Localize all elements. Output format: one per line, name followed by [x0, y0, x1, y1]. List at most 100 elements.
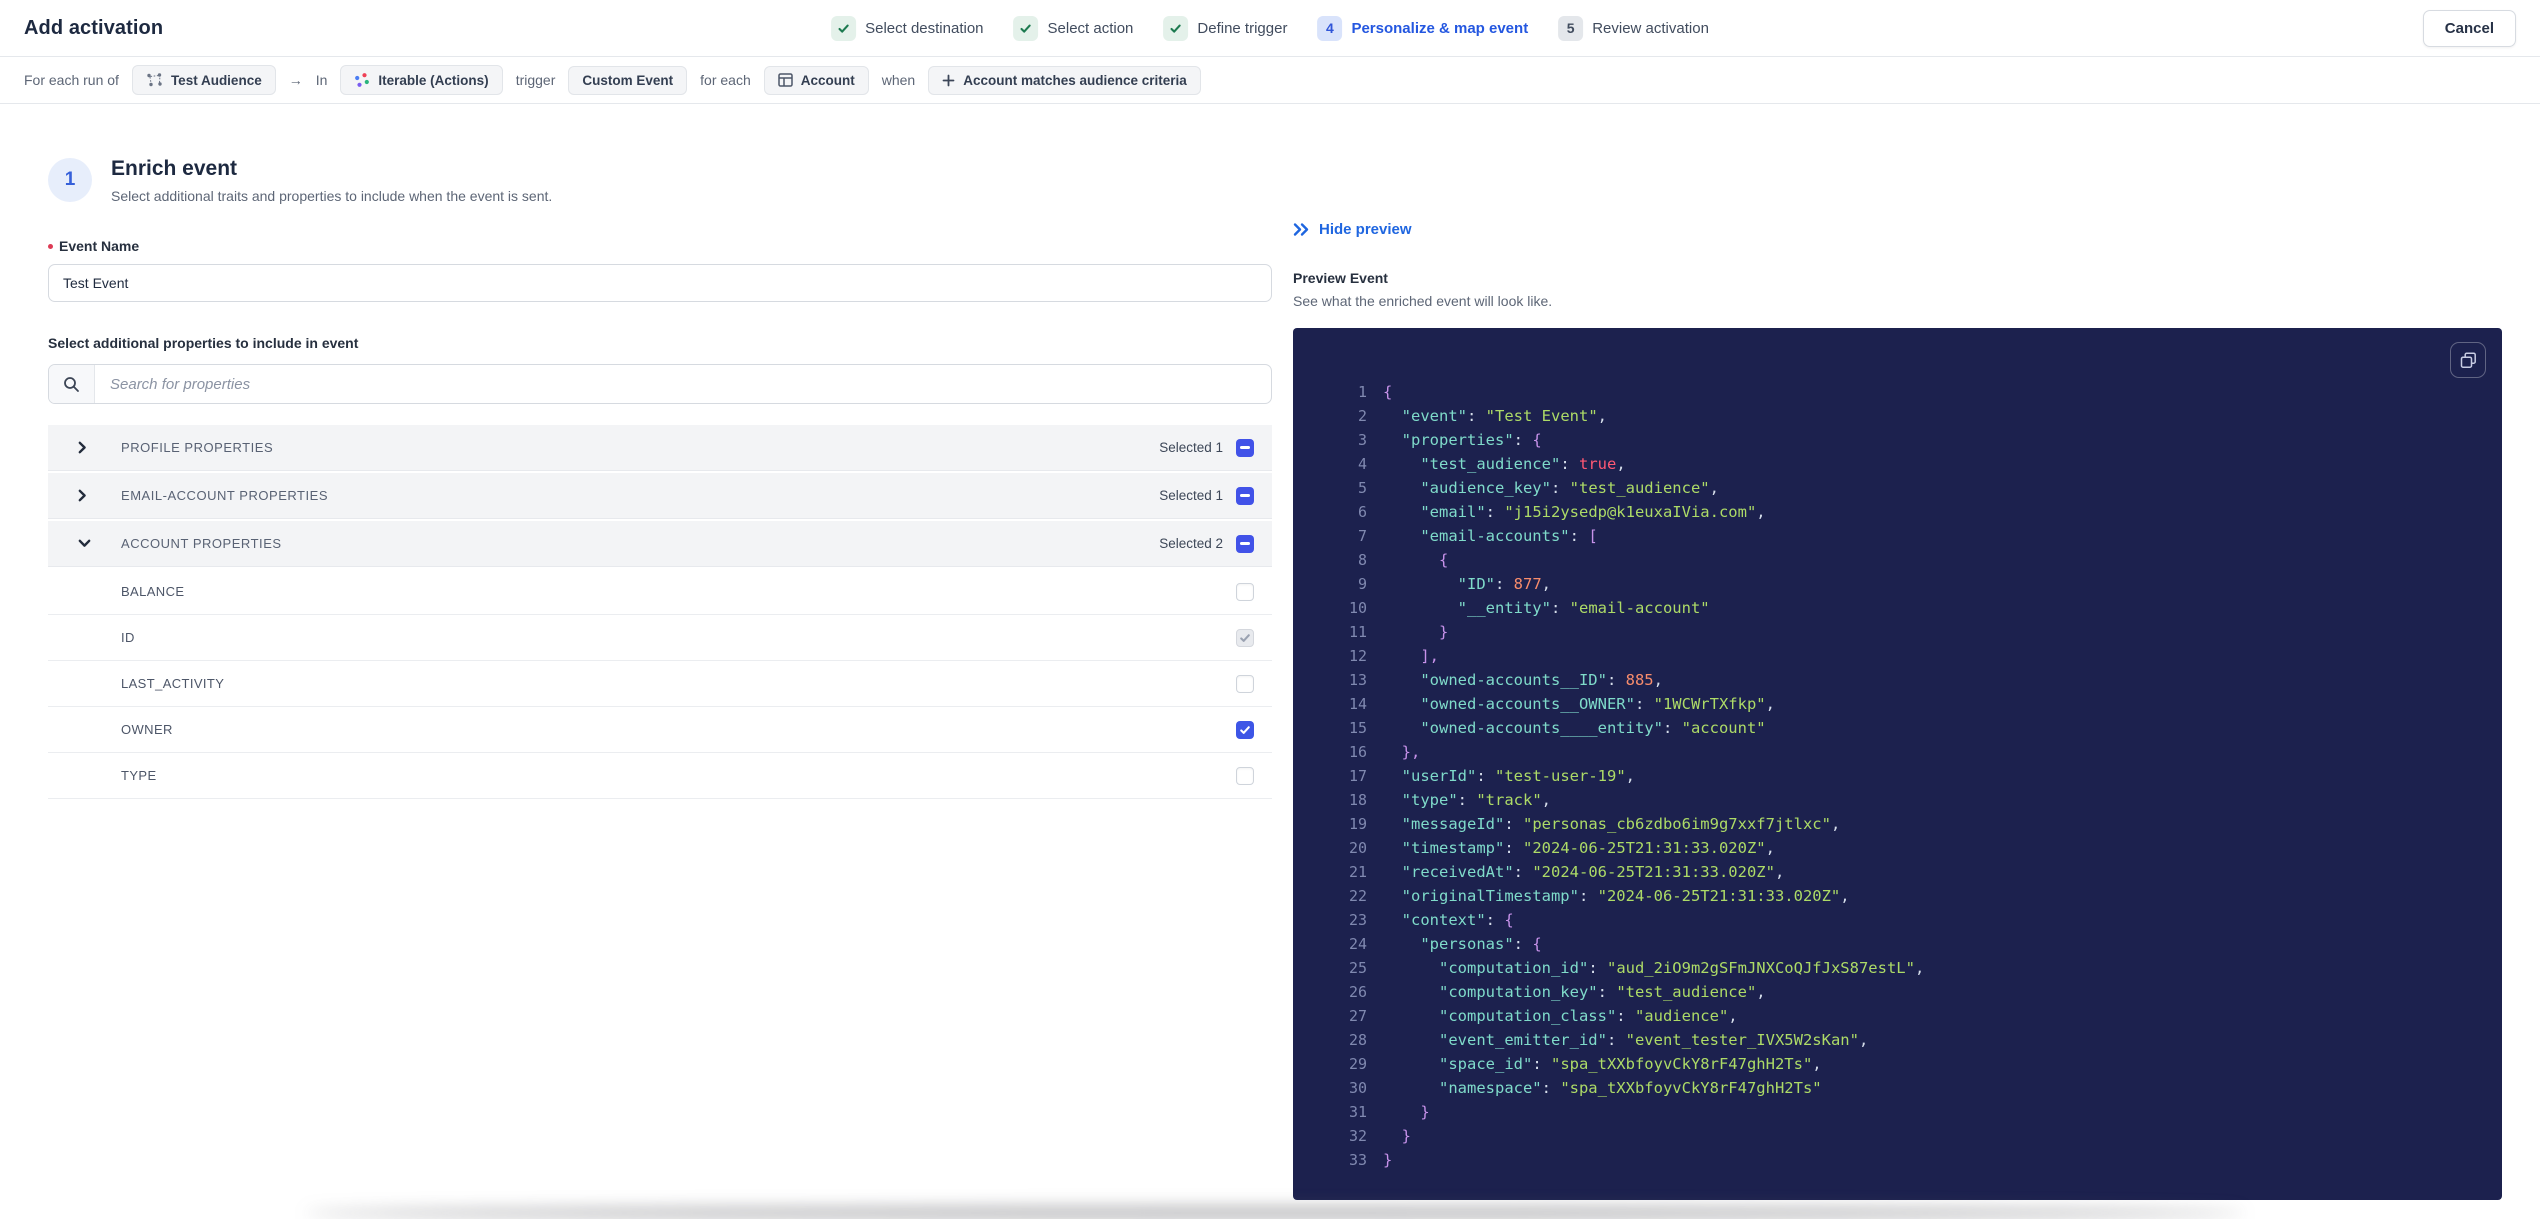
step-select-destination[interactable]: Select destination	[831, 15, 984, 41]
properties-search-input[interactable]	[95, 365, 1271, 403]
code-text: }	[1383, 1103, 1430, 1121]
line-number: 31	[1348, 1103, 1367, 1121]
preview-panel: Hide preview Preview Event See what the …	[1293, 221, 2502, 1200]
chip-account-matches-audience-criteria[interactable]: Account matches audience criteria	[928, 65, 1201, 95]
line-number: 7	[1357, 527, 1367, 545]
code-text: "personas": {	[1383, 935, 1542, 953]
event-name-input[interactable]	[48, 264, 1272, 302]
plus-icon	[942, 74, 955, 87]
selected-count-label: Selected 2	[1159, 536, 1223, 551]
section-select-checkbox[interactable]	[1236, 486, 1254, 505]
line-number: 12	[1348, 647, 1367, 665]
section-header-account-properties[interactable]: ACCOUNT PROPERTIES Selected 2	[48, 521, 1272, 567]
search-icon	[49, 365, 95, 403]
chip-test-audience[interactable]: Test Audience	[131, 65, 276, 95]
page-title: Add activation	[24, 16, 164, 39]
section-select-checkbox[interactable]	[1236, 438, 1254, 457]
property-checkbox[interactable]	[1236, 628, 1254, 647]
section-label: EMAIL-ACCOUNT PROPERTIES	[121, 488, 329, 503]
code-line: 2 "event": "Test Event",	[1335, 404, 2482, 428]
line-number: 13	[1348, 671, 1367, 689]
code-line: 10 "__entity": "email-account"	[1335, 596, 2482, 620]
line-number: 8	[1357, 551, 1367, 569]
step-personalize-map-event[interactable]: 4 Personalize & map event	[1317, 15, 1528, 41]
step-label: Select destination	[865, 19, 984, 37]
chip-iterable-actions[interactable]: Iterable (Actions)	[340, 65, 503, 95]
minus-icon	[1240, 446, 1250, 449]
additional-properties-label: Select additional properties to include …	[48, 335, 359, 351]
line-number: 28	[1348, 1031, 1367, 1049]
page-bottom-shadow	[305, 1207, 2245, 1219]
property-checkbox[interactable]	[1236, 582, 1254, 601]
code-line: 23 "context": {	[1335, 908, 2482, 932]
preview-event-subtitle: See what the enriched event will look li…	[1293, 293, 1553, 309]
code-line: 6 "email": "j15i2ysedp@k1euxaIVia.com",	[1335, 500, 2482, 524]
table-icon	[777, 73, 793, 87]
code-line: 14 "owned-accounts__OWNER": "1WCWrTXfkp"…	[1335, 692, 2482, 716]
copy-button[interactable]	[2450, 342, 2486, 378]
property-checkbox[interactable]	[1236, 766, 1254, 785]
step-number-badge: 1	[48, 158, 92, 202]
code-text: "computation_id": "aud_2iO9m2gSFmJNXCoQJ…	[1383, 959, 1925, 977]
check-icon	[1240, 725, 1250, 734]
code-text: {	[1383, 551, 1449, 569]
code-text: "computation_class": "audience",	[1383, 1007, 1738, 1025]
property-row-type[interactable]: TYPE	[48, 753, 1272, 799]
step-review-activation[interactable]: 5 Review activation	[1558, 15, 1709, 41]
property-label: TYPE	[121, 768, 157, 783]
line-number: 27	[1348, 1007, 1367, 1025]
line-number: 11	[1348, 623, 1367, 641]
summary-text: In	[315, 72, 328, 88]
code-line: 9 "ID": 877,	[1335, 572, 2482, 596]
minus-icon	[1240, 494, 1250, 497]
code-text: "email-accounts": [	[1383, 527, 1598, 545]
chip-custom-event[interactable]: Custom Event	[568, 65, 688, 95]
property-row-id[interactable]: ID	[48, 615, 1272, 661]
code-text: "originalTimestamp": "2024-06-25T21:31:3…	[1383, 887, 1850, 905]
line-number: 14	[1348, 695, 1367, 713]
code-text: "__entity": "email-account"	[1383, 599, 1710, 617]
section-header-profile-properties[interactable]: PROFILE PROPERTIES Selected 1	[48, 425, 1272, 471]
code-text: "receivedAt": "2024-06-25T21:31:33.020Z"…	[1383, 863, 1785, 881]
code-line: 5 "audience_key": "test_audience",	[1335, 476, 2482, 500]
section-header-email-account-properties[interactable]: EMAIL-ACCOUNT PROPERTIES Selected 1	[48, 473, 1272, 519]
code-text: {	[1383, 383, 1393, 401]
double-chevron-right-icon	[1293, 222, 1310, 237]
section-select-checkbox[interactable]	[1236, 534, 1254, 553]
property-row-owner[interactable]: OWNER	[48, 707, 1272, 753]
step-define-trigger[interactable]: Define trigger	[1163, 15, 1287, 41]
property-label: OWNER	[121, 722, 173, 737]
property-row-last-activity[interactable]: LAST_ACTIVITY	[48, 661, 1272, 707]
code-line: 30 "namespace": "spa_tXXbfoyvCkY8rF47ghH…	[1335, 1076, 2482, 1100]
line-number: 1	[1357, 383, 1367, 401]
line-number: 18	[1348, 791, 1367, 809]
property-label: LAST_ACTIVITY	[121, 676, 225, 691]
code-text: "context": {	[1383, 911, 1514, 929]
hide-preview-link[interactable]: Hide preview	[1293, 221, 1412, 238]
code-text: "owned-accounts__ID": 885,	[1383, 671, 1663, 689]
chip-label: Account matches audience criteria	[963, 72, 1187, 88]
top-bar: Add activation Select destination Select …	[0, 0, 2540, 57]
code-text: }	[1383, 1151, 1393, 1169]
property-checkbox[interactable]	[1236, 674, 1254, 693]
line-number: 32	[1348, 1127, 1367, 1145]
code-line: 13 "owned-accounts__ID": 885,	[1335, 668, 2482, 692]
code-lines: 1 {2 "event": "Test Event", 3 "properties"…	[1335, 380, 2482, 1172]
cancel-button[interactable]: Cancel	[2422, 9, 2516, 47]
chip-account[interactable]: Account	[763, 65, 869, 95]
check-icon	[1240, 633, 1250, 642]
step-select-action[interactable]: Select action	[1013, 15, 1133, 41]
chip-label: Test Audience	[170, 72, 262, 88]
enrich-event-panel: 1 Enrich event Select additional traits …	[48, 157, 1272, 799]
property-checkbox[interactable]	[1236, 720, 1254, 739]
summary-text: when	[881, 72, 916, 88]
activation-summary-bar: For each run of Test Audience → In Iterable …	[0, 57, 2540, 104]
code-text: "namespace": "spa_tXXbfoyvCkY8rF47ghH2Ts…	[1383, 1079, 1822, 1097]
code-line: 3 "properties": {	[1335, 428, 2482, 452]
line-number: 16	[1348, 743, 1367, 761]
enrich-event-title: Enrich event	[111, 157, 238, 180]
code-line: 22 "originalTimestamp": "2024-06-25T21:3…	[1335, 884, 2482, 908]
code-line: 29 "space_id": "spa_tXXbfoyvCkY8rF47ghH2…	[1335, 1052, 2482, 1076]
property-row-balance[interactable]: BALANCE	[48, 569, 1272, 615]
code-text: "type": "track",	[1383, 791, 1551, 809]
